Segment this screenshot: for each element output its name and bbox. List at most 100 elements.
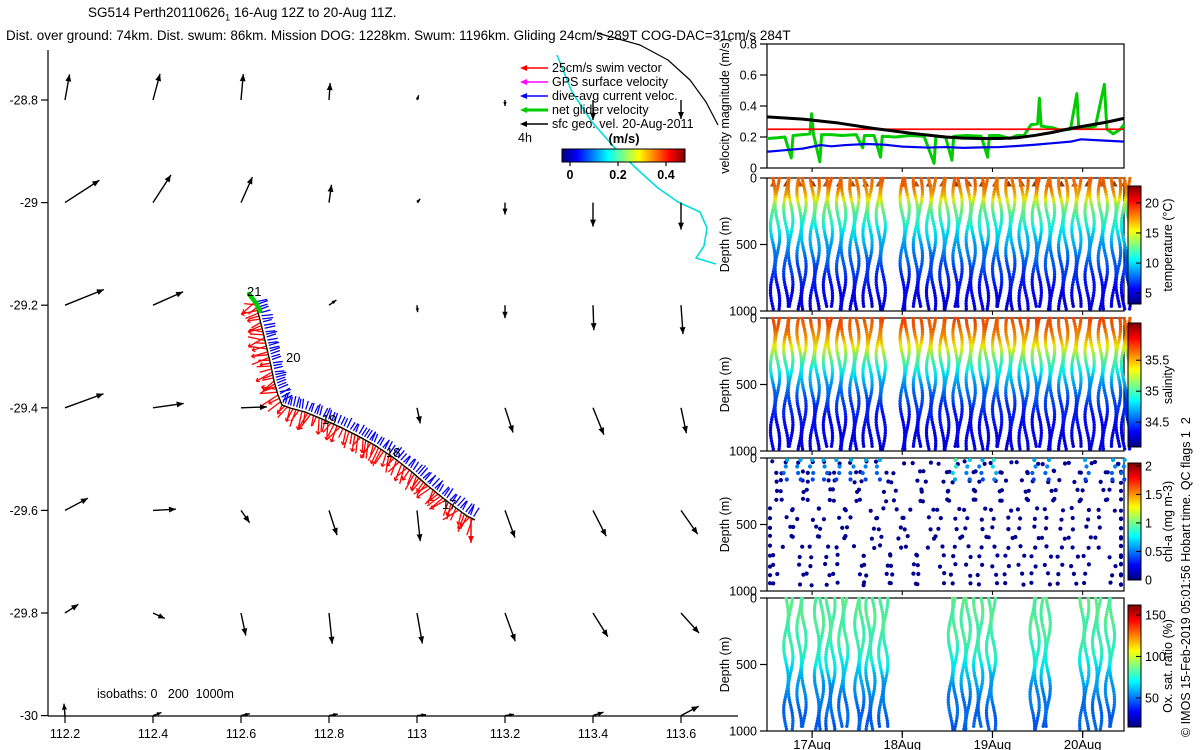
arrow-head [326,83,333,91]
current-vector [592,407,605,435]
salinity-point [808,447,813,451]
figure-canvas: 2120191817-28.8-29-29.2-29.4-29.6-29.8-3… [10,32,1193,750]
salinity-point [800,447,805,451]
current-vector [678,202,684,230]
arrow-head [691,526,698,535]
oxygen-y-axis-label: Depth (m) [718,637,732,693]
temperature-point [927,307,931,311]
current-vector [504,612,516,642]
arrow-head [679,326,686,335]
legend-sample-arrowhead [520,93,527,99]
salinity-point [911,444,916,448]
current-vector [61,703,67,716]
oxygen-panel: 05001000Depth (m) [718,592,1125,739]
dive-avg-current-tick [270,349,281,355]
track-end-swim-arrow [468,519,474,543]
temperature-point [1056,307,1061,311]
temperature-point [787,304,791,308]
salinity-point [943,447,947,451]
chl-a-y-axis-label: Depth (m) [718,497,732,553]
velocity-y-tick-label: 0.2 [740,131,757,145]
swim-vector-hair-head [369,459,372,464]
current-vector [328,612,335,644]
salinity-point [854,447,859,451]
arrow-head [503,102,507,106]
current-vector [152,711,162,717]
arrow-head [65,74,72,82]
temperature-point [800,307,805,311]
temperature-point [808,307,813,311]
swim-vector-hair-head [261,384,265,388]
salinity-point [956,444,960,448]
legend-colorbar-tick-label: 0 [567,168,574,182]
legend-item: GPS surface velocity [520,75,669,89]
dive-avg-current-tick [265,330,276,333]
legend-item: sfc geo. vel. 20-Aug-2011 [520,117,694,131]
salinity-point [848,447,852,451]
salinity-point [981,447,985,451]
date-tick-label: 19Aug [974,737,1012,750]
swim-vector-hair-head [276,409,279,414]
legend-sample-arrowhead [520,121,527,127]
temperature-point [1048,307,1052,311]
arrow-head [502,208,508,215]
dive-avg-current-tick [273,363,282,367]
velocity-y-tick-label: 0.6 [740,69,757,83]
salinity-point [870,444,874,448]
dive-avg-current-tick [273,365,283,370]
swim-vector-hair [387,461,400,473]
dive-avg-current-tick [264,325,276,329]
legend-item-label: GPS surface velocity [552,75,669,89]
current-vector [416,510,423,542]
current-vector [502,305,508,319]
current-vector [152,291,184,306]
swim-vector-hair [249,333,264,336]
temperature-point [981,307,985,311]
oxygen-y-tick-label: 1000 [729,725,757,739]
salinity-point [839,447,843,451]
swim-vector-hair [251,354,269,358]
current-vector-grid [61,73,700,718]
current-vector [240,176,254,203]
temperature-point [1101,307,1106,311]
legend-item: net glider velocity [520,103,649,117]
current-vector [152,174,172,203]
velocity-y-tick-label: 0.8 [740,38,757,52]
map-y-tick-label: -29.6 [10,504,39,518]
map-x-tick-label: 113.4 [578,727,608,741]
current-vector [592,612,609,638]
dive-avg-current-tick [296,396,301,408]
temperature-point [848,307,852,311]
temperature-point [973,307,977,311]
oxygen-y-tick-label: 500 [736,658,757,672]
legend-duration-label: 4h [518,131,532,145]
map-y-tick-label: -29.8 [10,607,39,621]
date-tick-label: 17Aug [793,737,831,750]
map-x-tick-label: 112.8 [314,727,344,741]
current-vector [504,510,516,538]
salinity-point [880,447,885,451]
salinity-point [777,447,781,451]
swim-vector-hair-head [295,426,299,430]
legend-item: 25cm/s swim vector [520,61,662,75]
current-vector [328,299,337,306]
legend-colorbar [561,148,686,163]
arrow-head [682,425,688,434]
swim-vector-hair [338,428,344,438]
chl-a-y-tick-label: 500 [736,518,757,532]
waypoint-label: 19 [322,412,336,427]
temperature-point [911,304,916,308]
arrow-head [509,530,516,538]
current-vector [415,305,419,313]
dive-avg-current-tick [465,503,473,513]
swim-vector-hair-head [349,448,353,452]
chl-a-panel: 05001000Depth (m) [718,452,1125,599]
swim-vector-fringe [240,301,473,536]
dive-avg-current-tick [343,417,349,427]
current-vector [415,407,422,424]
waypoint-label: 20 [286,350,300,365]
dive-avg-current-tick [261,313,273,317]
swim-vector-hair-head [457,524,459,529]
salinity-point [862,444,866,448]
current-vector [680,407,688,434]
